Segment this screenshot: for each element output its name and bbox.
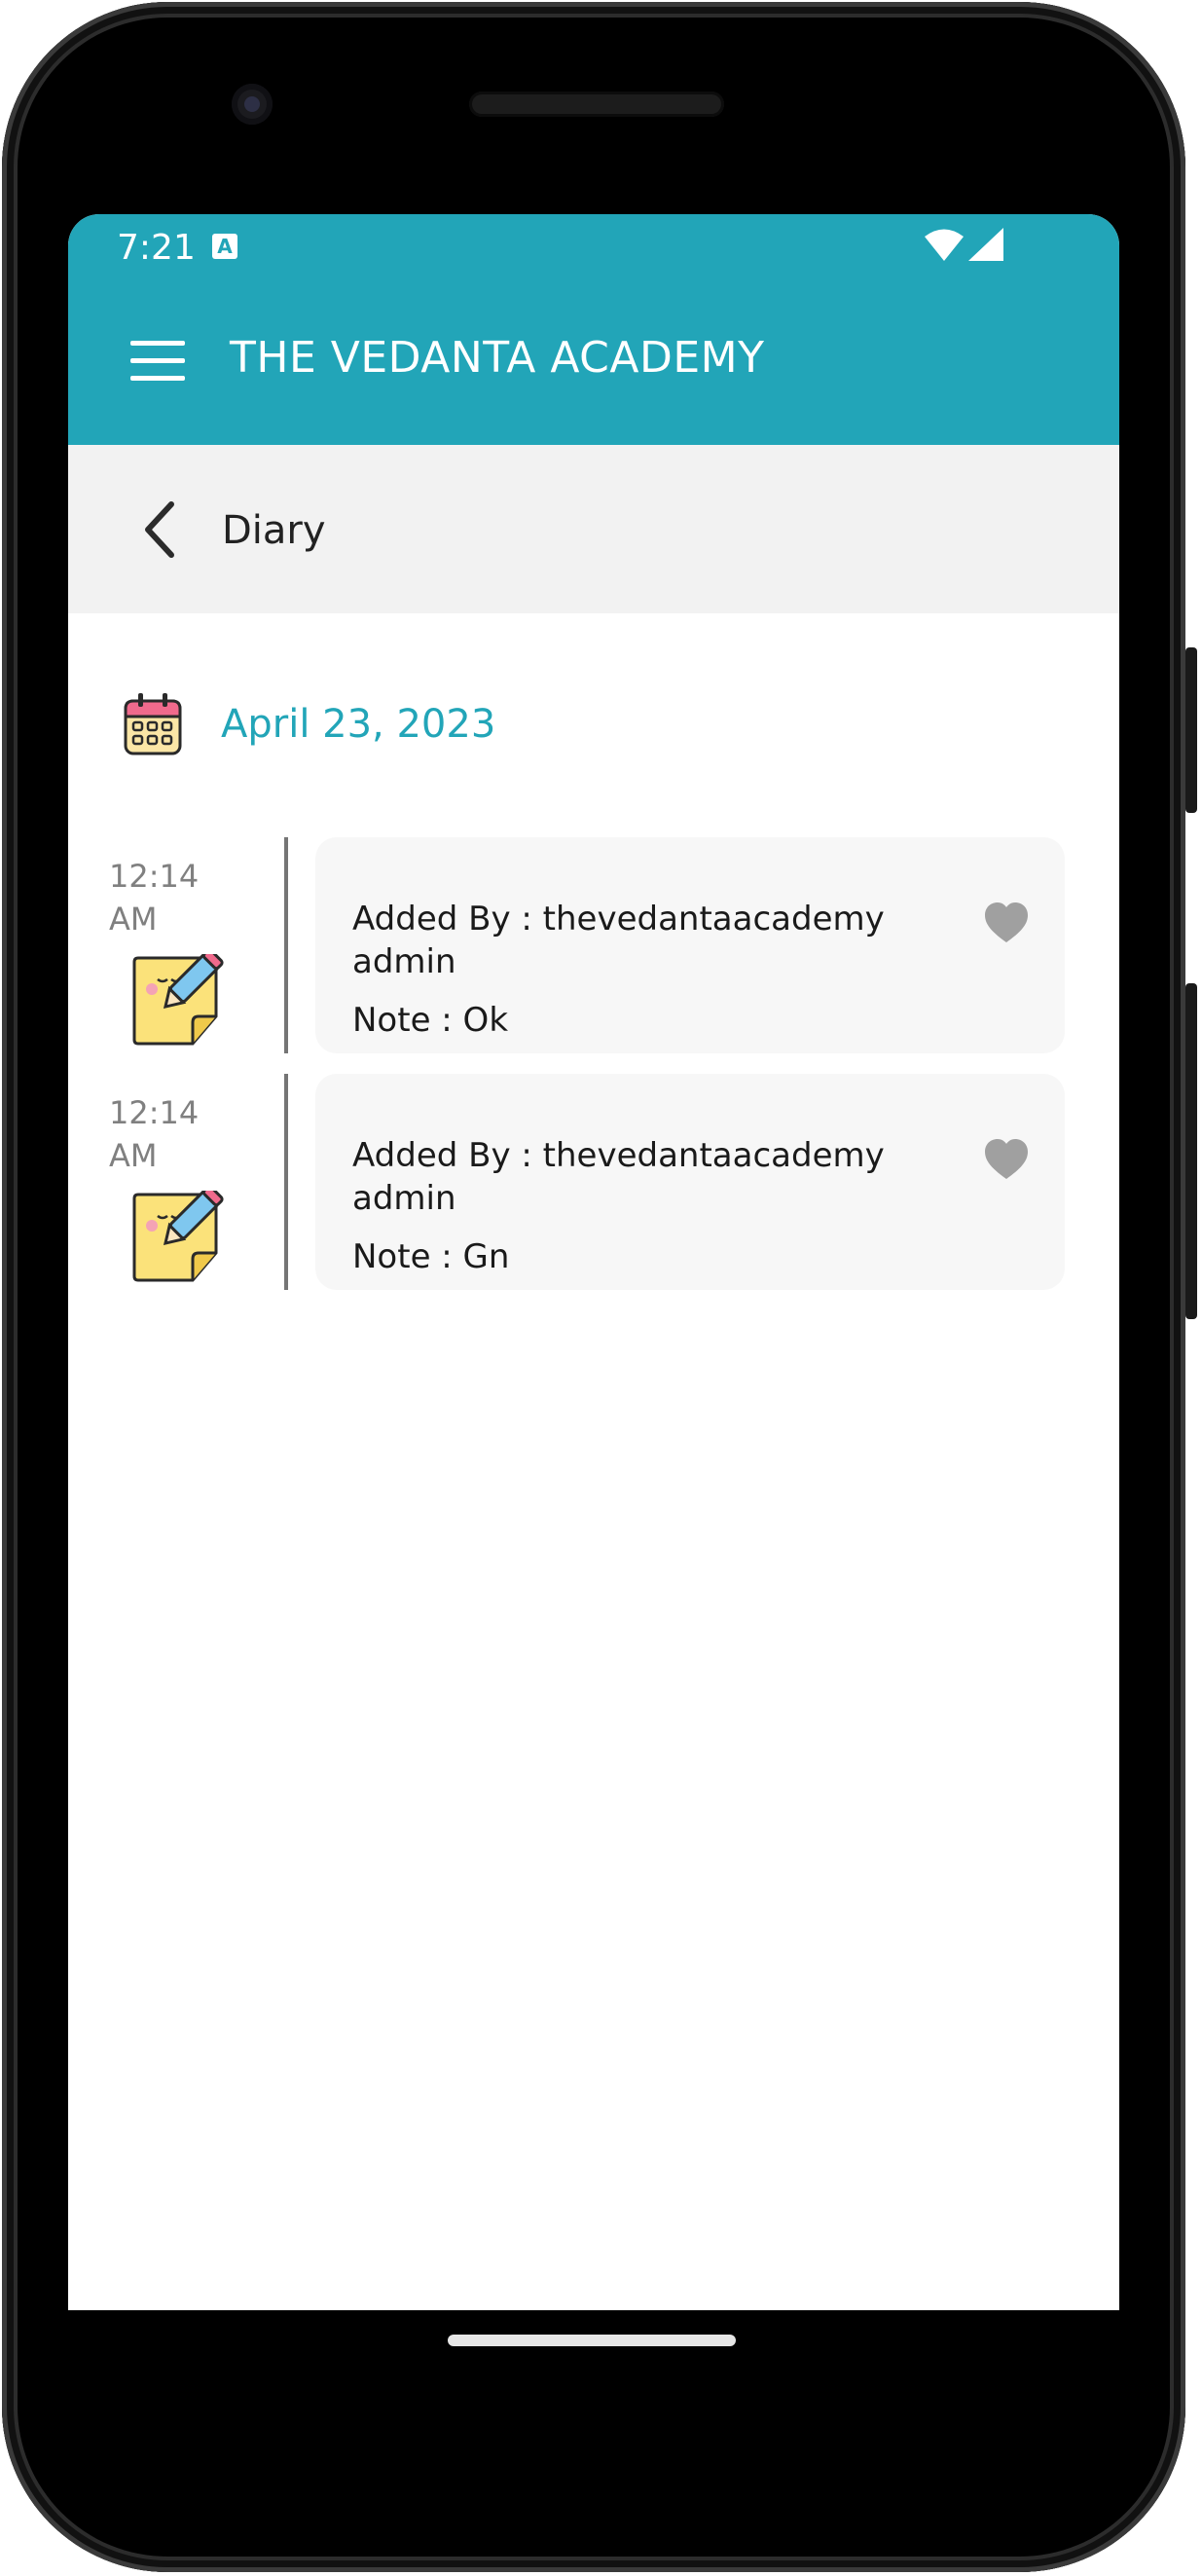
sub-header: Diary [68,445,1119,613]
note-text: Note : Ok [352,1001,509,1040]
heart-icon[interactable] [983,1138,1030,1181]
signal-icon [968,228,1003,261]
entry-time: 12:14 AM [109,1094,200,1174]
added-by-text: Added By : thevedantaacademy admin [352,900,885,981]
entry-card[interactable]: Added By : thevedantaacademy admin Note … [315,837,1065,1053]
entry-time: 12:14 AM [109,858,200,938]
back-chevron-icon[interactable] [134,498,193,561]
hamburger-menu-icon[interactable] [130,341,185,382]
entry-card[interactable]: Added By : thevedantaacademy admin Note … [315,1074,1065,1290]
page-title: Diary [222,508,326,553]
diary-entry[interactable]: 12:14 AM Added By : thevedantaacademy ad… [68,1074,1119,1290]
app-header: 7:21 A THE VEDANTA ACADEMY [68,214,1119,445]
heart-icon[interactable] [983,902,1030,944]
earpiece-speaker [469,92,724,117]
note-pencil-icon [132,1191,224,1282]
diary-entry[interactable]: 12:14 AM Added By : thevedantaacademy ad… [68,837,1119,1053]
wifi-icon [925,229,964,261]
app-title: THE VEDANTA ACADEMY [230,333,765,383]
date-row: April 23, 2023 [68,691,1119,769]
note-text: Note : Gn [352,1237,510,1276]
note-pencil-icon [132,954,224,1046]
diary-date: April 23, 2023 [221,702,496,747]
power-button [1185,647,1197,813]
calendar-icon [124,693,182,755]
status-time: 7:21 [117,228,196,268]
timeline-line [284,1074,288,1290]
screen: 7:21 A THE VEDANTA ACADEMY Diary April 2… [68,214,1119,2310]
front-camera [232,84,273,125]
added-by-text: Added By : thevedantaacademy admin [352,1136,885,1218]
home-indicator[interactable] [448,2335,736,2346]
timeline-line [284,837,288,1053]
volume-button [1185,983,1197,1319]
notification-a-icon: A [212,234,237,259]
